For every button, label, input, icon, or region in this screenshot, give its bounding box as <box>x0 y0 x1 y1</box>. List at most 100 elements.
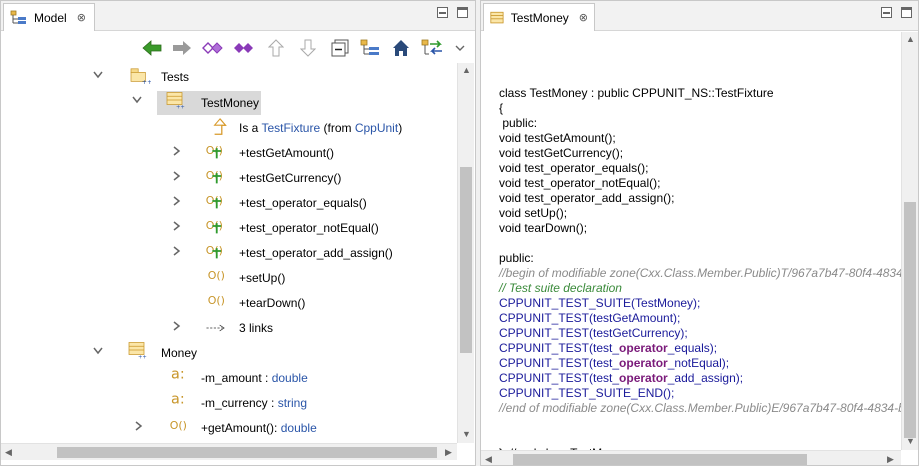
collapse-diamond-button[interactable] <box>202 37 224 59</box>
operation-icon: O() <box>170 419 187 432</box>
scrollbar-thumb[interactable] <box>460 167 472 353</box>
tree-vertical-scrollbar[interactable]: ▲ ▼ <box>457 63 474 443</box>
collapse-all-button[interactable] <box>329 37 351 59</box>
tab-testmoney[interactable]: TestMoney ⊗ <box>483 3 595 31</box>
close-icon[interactable]: ⊗ <box>579 11 588 24</box>
scroll-right-arrow[interactable]: ▶ <box>887 454 894 465</box>
home-button[interactable] <box>390 37 412 59</box>
collapse-toggle[interactable] <box>173 196 183 206</box>
collapse-all-icon <box>331 39 349 57</box>
attribute-name: -m_currency : <box>201 396 278 410</box>
tree-item-tests[interactable]: Tests <box>161 70 189 84</box>
model-toolbar <box>1 32 475 62</box>
code-keyword: operator <box>619 371 668 385</box>
tree-item-attribute[interactable]: -m_currency : string <box>201 396 307 410</box>
diamond-outline-icon <box>202 42 223 54</box>
attribute-type-link[interactable]: string <box>278 396 307 410</box>
collapse-toggle[interactable] <box>135 421 145 431</box>
tree-item-isa[interactable]: Is a TestFixture (from CppUnit) <box>239 121 402 135</box>
class-icon <box>490 11 504 23</box>
scroll-right-arrow[interactable]: ▶ <box>445 447 452 458</box>
expand-toggle[interactable] <box>93 71 103 81</box>
tree-horizontal-scrollbar[interactable]: ◀ ▶ <box>1 443 457 460</box>
tree-item-links[interactable]: 3 links <box>239 321 273 335</box>
code-line: class TestMoney : public CPPUNIT_NS::Tes… <box>499 86 774 100</box>
scroll-down-arrow[interactable]: ▼ <box>462 429 471 439</box>
move-down-button[interactable] <box>297 37 319 59</box>
minimize-button[interactable] <box>881 7 892 18</box>
collapse-toggle[interactable] <box>173 221 183 231</box>
operation-icon: O() <box>208 294 225 307</box>
editor-horizontal-scrollbar[interactable]: ◀ ▶ <box>481 450 901 465</box>
tree-item-testmoney[interactable]: TestMoney <box>201 96 259 110</box>
code-line: public: <box>499 251 534 265</box>
tree-item-method[interactable]: +testGetCurrency() <box>239 171 341 185</box>
expand-toggle[interactable] <box>132 96 142 106</box>
scrollbar-thumb[interactable] <box>904 202 916 438</box>
tree-item-method[interactable]: +test_operator_notEqual() <box>239 221 379 235</box>
scroll-left-arrow[interactable]: ◀ <box>5 447 12 458</box>
collapse-toggle[interactable] <box>173 171 183 181</box>
editor-vertical-scrollbar[interactable]: ▲ ▼ <box>901 32 918 450</box>
tab-model-label: Model <box>34 10 67 25</box>
tree-view-button[interactable] <box>359 37 381 59</box>
test-operation-icon: O() <box>206 244 223 259</box>
expand-toggle[interactable] <box>93 347 103 357</box>
expand-diamond-button[interactable] <box>233 37 255 59</box>
model-tabbar: Model ⊗ <box>1 1 475 31</box>
forward-button[interactable] <box>171 37 193 59</box>
code-editor[interactable]: class TestMoney : public CPPUNIT_NS::Tes… <box>499 71 911 465</box>
attribute-icon: a: <box>171 392 185 408</box>
scrollbar-thumb[interactable] <box>513 454 807 465</box>
collapse-toggle[interactable] <box>173 321 183 331</box>
view-menu-button[interactable] <box>453 37 467 59</box>
maximize-button[interactable] <box>901 7 912 18</box>
test-operation-icon: O() <box>206 169 223 184</box>
package-icon: ++ <box>130 68 151 85</box>
sync-icon <box>421 39 442 55</box>
maximize-button[interactable] <box>457 7 468 18</box>
tree-item-operation[interactable]: +getAmount(): double <box>201 421 317 435</box>
tree-item-method[interactable]: +testGetAmount() <box>239 146 334 160</box>
tab-model[interactable]: Model ⊗ <box>3 3 95 31</box>
code-keyword: operator <box>619 341 668 355</box>
code-token: CPPUNIT_TEST(test_ <box>499 356 620 370</box>
tree-item-method[interactable]: +test_operator_equals() <box>239 196 367 210</box>
operation-name: +getAmount(): <box>201 421 281 435</box>
minimize-button[interactable] <box>437 7 448 18</box>
collapse-toggle[interactable] <box>173 246 183 256</box>
operation-type-link[interactable]: double <box>281 421 317 435</box>
isa-class-link[interactable]: TestFixture <box>261 121 320 135</box>
code-line: CPPUNIT_TEST(testGetCurrency); <box>499 326 688 340</box>
code-line: void tearDown(); <box>499 221 588 235</box>
isa-package-link[interactable]: CppUnit <box>355 121 398 135</box>
test-operation-icon: O() <box>206 219 223 234</box>
svg-text:O(): O() <box>170 419 187 432</box>
code-line: CPPUNIT_TEST(test_operator_equals); <box>499 341 717 355</box>
tree-item-attribute[interactable]: -m_amount : double <box>201 371 308 385</box>
move-up-button[interactable] <box>265 37 287 59</box>
code-comment: //begin of modifiable zone(Cxx.Class.Mem… <box>499 266 907 280</box>
scroll-left-arrow[interactable]: ◀ <box>485 454 492 465</box>
scroll-up-arrow[interactable]: ▲ <box>906 34 915 44</box>
tree-item-method[interactable]: +setUp() <box>239 271 285 285</box>
code-token: CPPUNIT_TEST(test_ <box>499 341 620 355</box>
tree-item-method[interactable]: +test_operator_add_assign() <box>239 246 393 260</box>
arrow-right-icon <box>173 41 191 55</box>
attribute-type-link[interactable]: double <box>272 371 308 385</box>
collapse-toggle[interactable] <box>173 146 183 156</box>
scroll-down-arrow[interactable]: ▼ <box>906 436 915 446</box>
code-line: void setUp(); <box>499 206 568 220</box>
code-line: CPPUNIT_TEST_SUITE_END(); <box>499 386 675 400</box>
sync-button[interactable] <box>421 37 443 59</box>
back-button[interactable] <box>141 37 163 59</box>
arrow-down-icon <box>300 39 316 57</box>
diamond-filled-icon <box>234 43 253 53</box>
scrollbar-thumb[interactable] <box>57 447 437 458</box>
tree-item-money[interactable]: Money <box>161 346 197 360</box>
isa-prefix: Is a <box>239 121 262 135</box>
close-icon[interactable]: ⊗ <box>77 11 86 24</box>
test-operation-icon: O() <box>206 194 223 209</box>
tree-item-method[interactable]: +tearDown() <box>239 296 305 310</box>
scroll-up-arrow[interactable]: ▲ <box>462 65 471 75</box>
